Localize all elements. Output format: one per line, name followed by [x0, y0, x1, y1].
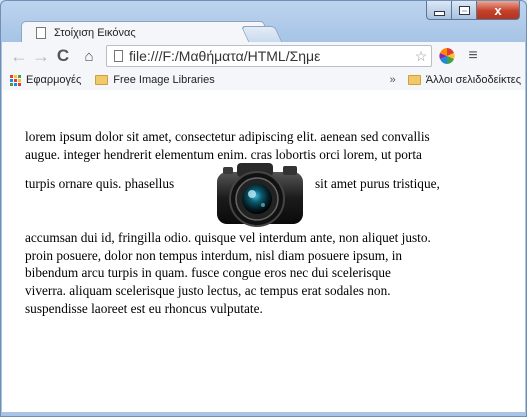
browser-toolbar: ← → C ⌂ file:///F:/Μαθήματα/HTML/Σημε ☆ — [2, 42, 525, 91]
folder-icon — [407, 75, 421, 85]
home-button[interactable]: ⌂ — [78, 45, 100, 67]
minimize-icon — [433, 10, 445, 16]
navigation-row: ← → C ⌂ file:///F:/Μαθήματα/HTML/Σημε ☆ — [2, 42, 525, 70]
color-wheel-icon — [439, 48, 455, 64]
close-icon: x — [494, 2, 502, 18]
page-icon — [114, 50, 123, 62]
maximize-button[interactable] — [452, 1, 477, 20]
tab-title: Στοίχιση Εικόνας — [54, 26, 136, 39]
other-bookmarks-label: Άλλοι σελιδοδείκτες — [425, 74, 521, 86]
address-bar[interactable]: file:///F:/Μαθήματα/HTML/Σημε ☆ — [106, 45, 432, 67]
forward-button[interactable]: → — [30, 45, 52, 67]
text-line: accumsan dui id, fringilla odio. quisque… — [25, 230, 431, 246]
browser-window: x Στοίχιση Εικόνας × ← → C ⌂ file:///F:/… — [0, 0, 527, 417]
extension-icon[interactable] — [432, 45, 462, 67]
tab-active[interactable]: Στοίχιση Εικόνας × — [21, 21, 265, 43]
back-button[interactable]: ← — [8, 45, 30, 67]
other-bookmarks[interactable]: Άλλοι σελιδοδείκτες — [407, 74, 521, 86]
camera-image — [217, 163, 303, 228]
bookmark-label: Free Image Libraries — [113, 74, 215, 86]
text-line: bibendum arcu turpis in quam. fusce cong… — [25, 265, 391, 281]
text-line: proin posuere, dolor non tempus interdum… — [25, 247, 403, 263]
bookmarks-overflow-button[interactable]: » — [390, 74, 396, 86]
bookmarks-bar: Εφαρμογές Free Image Libraries » Άλλοι σ… — [2, 71, 525, 89]
minimize-button[interactable] — [426, 1, 452, 20]
bookmark-item[interactable]: Free Image Libraries — [95, 74, 215, 86]
page-icon — [36, 26, 46, 39]
maximize-icon — [458, 5, 470, 15]
window-caption-buttons: x — [426, 1, 520, 21]
text-before-image: turpis ornare quis. phasellus — [25, 176, 175, 192]
text-line-with-image: turpis ornare quis. phasellus sit amet p… — [25, 163, 521, 229]
folder-icon — [95, 75, 109, 85]
apps-grid-icon — [10, 74, 21, 86]
bookmark-star-icon[interactable]: ☆ — [411, 48, 431, 65]
apps-label: Εφαρμογές — [26, 74, 82, 86]
apps-bookmark[interactable]: Εφαρμογές — [2, 74, 81, 86]
reload-button[interactable]: C — [52, 45, 74, 67]
close-window-button[interactable]: x — [477, 1, 520, 20]
menu-button[interactable]: ≡ — [462, 47, 484, 65]
text-after-image: sit amet purus tristique, — [315, 176, 440, 192]
text-line: suspendisse laoreet est eu rhoncus vulpu… — [25, 300, 263, 316]
text-line: lorem ipsum dolor sit amet, consectetur … — [25, 129, 430, 144]
url-text[interactable]: file:///F:/Μαθήματα/HTML/Σημε — [129, 48, 411, 64]
page-paragraph: lorem ipsum dolor sit amet, consectetur … — [25, 128, 521, 317]
text-line: viverra. aliquam scelerisque justo lectu… — [25, 282, 391, 298]
